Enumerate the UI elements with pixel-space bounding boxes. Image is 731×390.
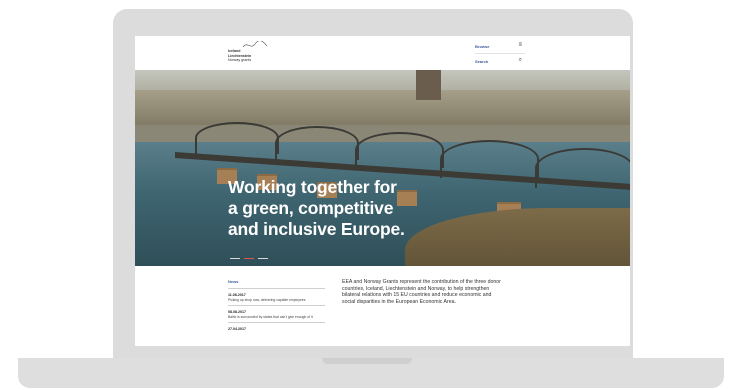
hero-title-line-2: a green, competitive <box>228 198 394 218</box>
site-logo[interactable]: Iceland Liechtenstein Norway grants <box>228 41 276 67</box>
laptop-hinge <box>322 358 412 364</box>
hero-title-line-3: and inclusive Europe. <box>228 219 405 239</box>
logo-swirl-icon <box>242 41 268 48</box>
news-date: 11.08.2017 <box>228 293 246 297</box>
news-text: Picking up shop now, delivering capable … <box>228 298 306 302</box>
nav-browse[interactable]: Browse ≡ <box>475 41 525 54</box>
menu-icon: ≡ <box>518 42 522 48</box>
news-list: News 11.08.2017 Picking up shop now, del… <box>228 279 325 334</box>
hero-tower <box>416 70 441 100</box>
slide-dot-active[interactable] <box>244 258 254 260</box>
hero-cityscape <box>135 90 630 130</box>
news-item[interactable]: 08.08.2017 Baltic is surrounded by state… <box>228 306 325 323</box>
site-header: Iceland Liechtenstein Norway grants Brow… <box>135 36 630 70</box>
news-item[interactable]: 27.04.2017 <box>228 323 325 334</box>
news-text: Baltic is surrounded by states that can'… <box>228 315 313 319</box>
laptop-screen: Iceland Liechtenstein Norway grants Brow… <box>135 36 630 346</box>
bridge-arch-1 <box>195 122 279 154</box>
logo-line-3: Norway grants <box>228 58 252 63</box>
news-date: 27.04.2017 <box>228 327 246 331</box>
bridge-arch-3 <box>355 132 444 168</box>
nav-search[interactable]: Search ⌕ <box>475 56 525 68</box>
slide-dot[interactable] <box>258 258 268 260</box>
nav-search-label: Search <box>475 59 489 64</box>
nav-browse-label: Browse <box>475 44 490 49</box>
intro-paragraph: EEA and Norway Grants represent the cont… <box>342 279 501 306</box>
news-heading[interactable]: News <box>228 279 325 289</box>
search-icon: ⌕ <box>518 57 522 63</box>
news-item[interactable]: 11.08.2017 Picking up shop now, deliveri… <box>228 289 325 306</box>
slide-dot[interactable] <box>230 258 240 260</box>
bridge-arch-2 <box>275 126 359 160</box>
slide-indicator <box>230 250 272 266</box>
hero-title: Working together for a green, competitiv… <box>228 177 468 240</box>
hero-banner: Working together for a green, competitiv… <box>135 70 630 266</box>
hero-title-line-1: Working together for <box>228 177 397 197</box>
news-date: 08.08.2017 <box>228 310 246 314</box>
